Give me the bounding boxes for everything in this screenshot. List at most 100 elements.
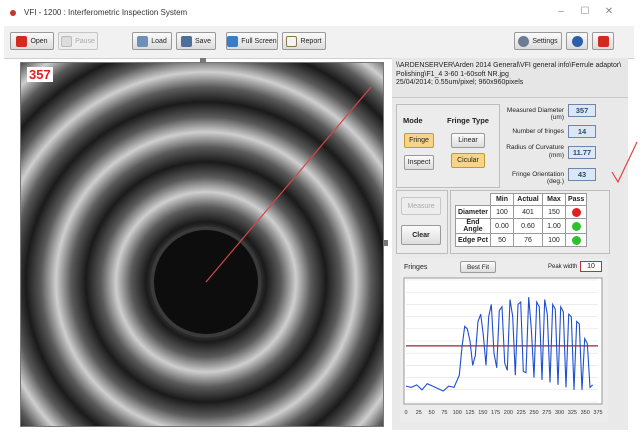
help-button[interactable] [566, 32, 588, 50]
x-tick-label: 175 [491, 410, 500, 416]
x-tick-label: 150 [478, 410, 487, 416]
number-of-fringes-value: 14 [568, 125, 596, 138]
best-fit-button[interactable]: Best Fit [460, 261, 496, 273]
interferogram-image [21, 63, 383, 426]
fringe-plot-panel: Fringes Best Fit Peak width 10 0 25 50 75 10… [400, 258, 608, 422]
expand-icon [227, 35, 239, 47]
pause-label: Pause [75, 37, 95, 45]
end-angle-max: 1.00 [541, 218, 566, 234]
measured-diameter-value: 357 [568, 104, 596, 117]
maximize-button[interactable]: ☐ [578, 5, 592, 19]
splitter-handle-right[interactable] [384, 240, 388, 246]
pass-indicator-icon [571, 235, 581, 245]
diameter-actual: 401 [512, 205, 543, 219]
table-row: Diameter 100 401 150 [455, 205, 588, 219]
x-tick-label: 275 [542, 410, 551, 416]
pause-button[interactable]: Pause [58, 32, 98, 50]
fringe-orientation-label: Fringe Orientation (deg.) [511, 171, 564, 185]
file-path-line1: \\ARDENSERVER\Arden 2014 General\VFI gen… [396, 62, 622, 69]
peak-width-label: Peak width [548, 264, 578, 270]
diameter-min: 100 [489, 205, 514, 219]
x-tick-label: 125 [465, 410, 474, 416]
edge-pct-max: 100 [541, 233, 566, 247]
mode-title: Mode [403, 116, 423, 125]
load-button[interactable]: Load [132, 32, 172, 50]
gear-icon [518, 35, 530, 47]
circular-fringe-button[interactable]: Cicular [451, 153, 485, 168]
app-icon [10, 10, 16, 16]
x-tick-label: 50 [429, 410, 435, 416]
diameter-max: 150 [541, 205, 566, 219]
file-path-line2: Polishing\F1_4 3-60 1-60soft NR.jpg [396, 70, 509, 78]
edge-pct-actual: 76 [512, 233, 543, 247]
pause-icon [61, 35, 73, 47]
title-bar: VFI - 1200 : Interferometric Inspection … [0, 0, 640, 26]
open-button[interactable]: Open [10, 32, 54, 50]
report-label: Report [300, 37, 322, 45]
measure-button[interactable]: Measure [401, 197, 441, 215]
x-tick-label: 75 [441, 410, 447, 416]
measurements-panel: Measured Diameter (um) 357 Number of fri… [500, 104, 604, 186]
table-row: Edge Pct 50 76 100 [455, 233, 588, 247]
x-tick-label: 200 [504, 410, 513, 416]
settings-label: Settings [532, 37, 558, 45]
load-label: Load [151, 37, 167, 45]
radius-of-curvature-value: 11.77 [568, 146, 596, 159]
save-label: Save [195, 37, 211, 45]
fail-indicator-icon [571, 207, 581, 217]
fringe-mode-button[interactable]: Fringe [404, 133, 434, 148]
end-angle-pass [564, 218, 588, 234]
full-screen-label: Full Screen [241, 37, 277, 45]
fringe-orientation-value: 43 [568, 168, 596, 181]
overlay-diameter-value: 357 [27, 67, 53, 82]
number-of-fringes-label: Number of fringes [512, 128, 564, 135]
results-header-min: Min [489, 193, 514, 206]
window-title: VFI - 1200 : Interferometric Inspection … [24, 8, 188, 17]
x-tick-label: 350 [581, 410, 590, 416]
row-label-edge-pct: Edge Pct [455, 233, 491, 247]
fringe-chart: 0 25 50 75 100 125 150 175 200 225 250 275 300 325 350… [403, 277, 603, 416]
open-label: Open [30, 37, 48, 45]
check-mark-annotation [611, 141, 638, 184]
x-tick-labels: 0 25 50 75 100 125 150 175 200 225 250 275 300 325 350… [404, 410, 602, 416]
file-info: \\ARDENSERVER\Arden 2014 General\VFI gen… [392, 58, 628, 98]
results-header-actual: Actual [512, 193, 543, 206]
x-tick-label: 300 [555, 410, 564, 416]
edge-pct-pass [564, 233, 588, 247]
end-angle-min: 0.00 [489, 218, 514, 234]
close-window-button[interactable]: ✕ [602, 5, 616, 19]
full-screen-button[interactable]: Full Screen [226, 32, 278, 50]
x-tick-label: 225 [517, 410, 526, 416]
results-table: Min Actual Max Pass Diameter 100 401 150… [455, 193, 588, 247]
results-header-corner [456, 194, 491, 206]
diameter-pass [564, 205, 588, 219]
folder-icon [137, 35, 149, 47]
save-button[interactable]: Save [176, 32, 216, 50]
report-button[interactable]: Report [282, 32, 326, 50]
x-tick-label: 250 [529, 410, 538, 416]
mode-panel: Mode Fringe Type Fringe Inspect Linear C… [396, 104, 500, 188]
results-header-max: Max [541, 193, 566, 206]
interferogram-view[interactable]: 357 [20, 62, 384, 427]
radius-of-curvature-label: Radius of Curvature (mm) [506, 144, 564, 159]
results-panel: Min Actual Max Pass Diameter 100 401 150… [450, 190, 610, 254]
clear-button[interactable]: Clear [401, 225, 441, 245]
fringe-type-title: Fringe Type [447, 116, 489, 125]
table-row: End Angle 0.00 0.60 1.00 [455, 218, 588, 234]
minimize-button[interactable]: – [554, 5, 568, 19]
x-tick-label: 25 [416, 410, 422, 416]
results-header-pass: Pass [564, 193, 588, 206]
measured-diameter-label: Measured Diameter (um) [506, 107, 564, 121]
exit-button[interactable] [592, 32, 614, 50]
linear-fringe-button[interactable]: Linear [451, 133, 485, 148]
row-label-diameter: Diameter [455, 205, 491, 219]
pass-indicator-icon [571, 221, 581, 231]
close-icon [597, 35, 609, 47]
file-meta: 25/04/2014; 0.55um/pixel; 960x960pixels [396, 79, 524, 86]
x-tick-label: 325 [568, 410, 577, 416]
settings-button[interactable]: Settings [514, 32, 562, 50]
peak-width-input[interactable]: 10 [580, 261, 602, 272]
row-label-end-angle: End Angle [455, 218, 491, 234]
inspect-mode-button[interactable]: Inspect [404, 155, 434, 170]
edge-pct-min: 50 [489, 233, 514, 247]
